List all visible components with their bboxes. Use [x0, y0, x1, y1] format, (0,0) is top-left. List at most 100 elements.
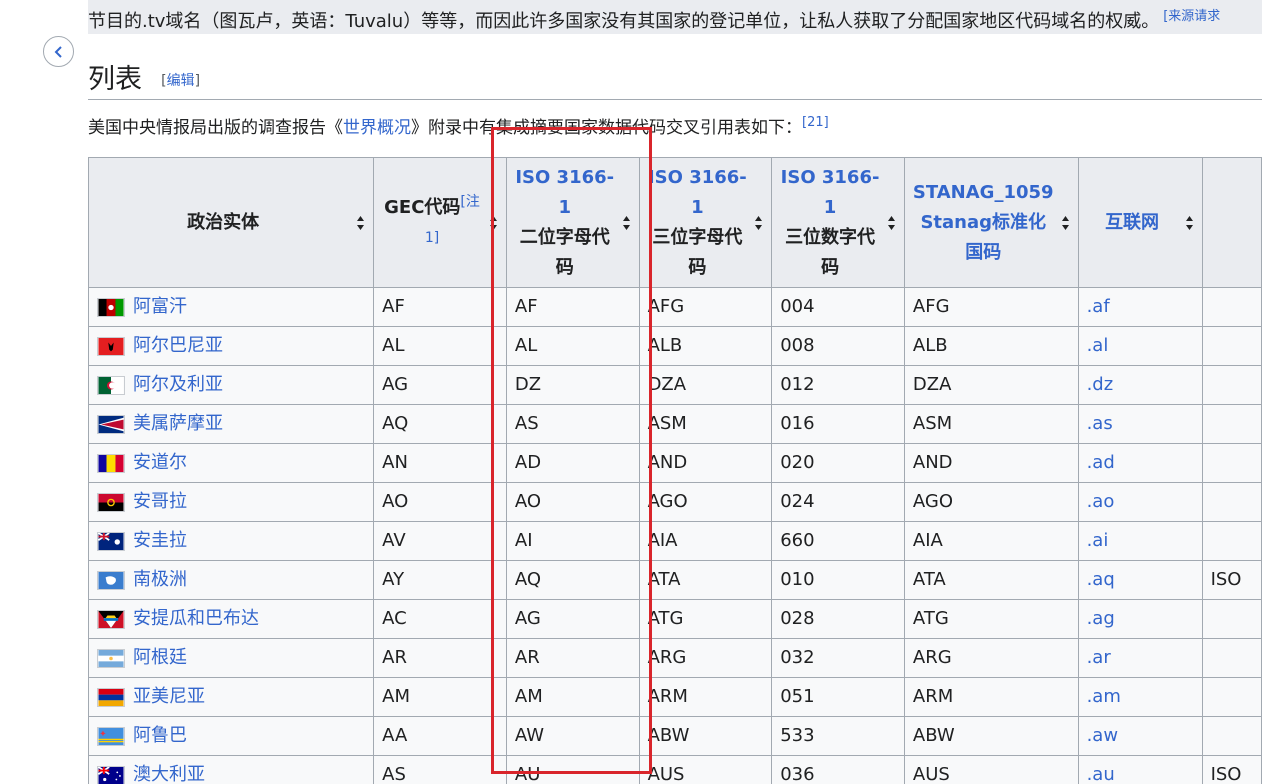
column-header-extra[interactable] [1201, 157, 1262, 288]
country-link[interactable]: 阿尔巴尼亚 [133, 328, 223, 365]
tld-link[interactable]: .as [1087, 413, 1113, 434]
cell-iso-numeric: 533 [771, 716, 905, 756]
cell-extra: ISO [1201, 755, 1262, 784]
flag-icon[interactable] [97, 609, 125, 629]
table-row: 阿鲁巴 AA AW ABW 533 ABW .aw [87, 716, 1262, 756]
flag-icon[interactable] [97, 336, 125, 356]
tld-link[interactable]: .au [1087, 764, 1115, 784]
cell-iso-alpha2: AG [505, 599, 640, 639]
country-link[interactable]: 亚美尼亚 [133, 679, 205, 716]
iso-3166-1-link[interactable]: ISO 3166-1 [648, 167, 747, 218]
tld-link[interactable]: .ag [1087, 608, 1115, 629]
tld-link[interactable]: .ao [1087, 491, 1115, 512]
cell-gec: AV [373, 521, 507, 561]
cell-stanag: ASM [903, 404, 1079, 444]
cell-entity: 澳大利亚 [87, 755, 375, 784]
tld-link[interactable]: .af [1087, 296, 1110, 317]
cell-gec: AL [373, 326, 507, 366]
collapse-sidebar-button[interactable] [43, 36, 74, 67]
cell-internet: .ar [1077, 638, 1203, 678]
cell-gec: AG [373, 365, 507, 405]
tld-link[interactable]: .ar [1087, 647, 1111, 668]
cell-extra [1201, 521, 1262, 561]
iso-3166-1-link[interactable]: ISO 3166-1 [781, 167, 880, 218]
iso-3166-1-link[interactable]: ISO 3166-1 [515, 167, 614, 218]
country-link[interactable]: 南极洲 [133, 562, 187, 599]
table-row: 阿根廷 AR AR ARG 032 ARG .ar [87, 638, 1262, 678]
cell-iso-alpha2: AW [505, 716, 640, 756]
column-header-iso-numeric[interactable]: ISO 3166-1 三位数字代码 [771, 157, 905, 288]
cell-extra [1201, 638, 1262, 678]
country-link[interactable]: 安提瓜和巴布达 [133, 601, 259, 638]
sort-icon[interactable] [622, 215, 631, 231]
flag-icon[interactable] [97, 687, 125, 707]
country-link[interactable]: 澳大利亚 [133, 757, 205, 784]
header-label: 政治实体 [187, 211, 260, 233]
cell-iso-numeric: 032 [771, 638, 905, 678]
column-header-iso-alpha2[interactable]: ISO 3166-1 二位字母代码 [505, 157, 640, 288]
flag-icon[interactable] [97, 531, 125, 551]
cell-internet: .ag [1077, 599, 1203, 639]
country-link[interactable]: 安道尔 [133, 445, 187, 482]
intro-text-before: 美国中央情报局出版的调查报告《 [88, 118, 343, 138]
sort-icon[interactable] [1061, 215, 1070, 231]
world-factbook-link[interactable]: 世界概况 [343, 118, 411, 138]
tld-link[interactable]: .ad [1087, 452, 1115, 473]
tld-link[interactable]: .ai [1087, 530, 1109, 551]
country-link[interactable]: 安哥拉 [133, 484, 187, 521]
column-header-gec[interactable]: GEC代码[注 1] [373, 157, 507, 288]
tld-link[interactable]: .al [1087, 335, 1109, 356]
sort-icon[interactable] [1185, 215, 1194, 231]
flag-icon[interactable] [97, 492, 125, 512]
tld-link[interactable]: .aq [1087, 569, 1115, 590]
cell-iso-numeric: 020 [771, 443, 905, 483]
column-header-iso-alpha3[interactable]: ISO 3166-1 三位字母代码 [638, 157, 773, 288]
header-label: 二位字母代码 [519, 226, 610, 278]
cell-stanag: ARG [903, 638, 1079, 678]
table-row: 安圭拉 AV AI AIA 660 AIA .ai [87, 521, 1262, 561]
stanag-link[interactable]: STANAG_1059 Stanag标准化国码 [913, 182, 1054, 263]
sort-icon[interactable] [887, 215, 896, 231]
column-header-internet[interactable]: 互联网 [1077, 157, 1203, 288]
cell-entity: 南极洲 [87, 560, 375, 600]
cell-iso-alpha3: ASM [638, 404, 773, 444]
tld-link[interactable]: .dz [1087, 374, 1114, 395]
edit-link[interactable]: 编辑 [167, 73, 195, 89]
flag-icon[interactable] [97, 297, 125, 317]
flag-icon[interactable] [97, 375, 125, 395]
country-link[interactable]: 美属萨摩亚 [133, 406, 223, 443]
internet-link[interactable]: 互联网 [1105, 212, 1159, 233]
country-link[interactable]: 阿根廷 [133, 640, 187, 677]
column-header-entity[interactable]: 政治实体 [87, 157, 375, 288]
country-link[interactable]: 阿尔及利亚 [133, 367, 223, 404]
citation-needed-link[interactable]: [来源请求 [1163, 9, 1220, 24]
sort-icon[interactable] [489, 215, 498, 231]
cell-iso-alpha3: AUS [638, 755, 773, 784]
sort-icon[interactable] [356, 215, 365, 231]
table-row: 安哥拉 AO AO AGO 024 AGO .ao [87, 482, 1262, 522]
flag-icon[interactable] [97, 726, 125, 746]
column-header-stanag[interactable]: STANAG_1059 Stanag标准化国码 [903, 157, 1079, 288]
cell-entity: 阿富汗 [87, 287, 375, 327]
cell-iso-alpha3: DZA [638, 365, 773, 405]
flag-icon[interactable] [97, 648, 125, 668]
table-row: 安道尔 AN AD AND 020 AND .ad [87, 443, 1262, 483]
edit-bracket-close: ] [194, 73, 201, 89]
flag-icon[interactable] [97, 414, 125, 434]
country-codes-table: 政治实体 GEC代码[注 1] ISO 3166-1 二位字母代码 ISO 31… [87, 157, 1262, 784]
flag-icon[interactable] [97, 570, 125, 590]
sort-icon[interactable] [754, 215, 763, 231]
cell-entity: 安圭拉 [87, 521, 375, 561]
tld-link[interactable]: .aw [1087, 725, 1118, 746]
cell-iso-alpha2: AU [505, 755, 640, 784]
flag-icon[interactable] [97, 453, 125, 473]
tld-link[interactable]: .am [1087, 686, 1121, 707]
cell-iso-alpha2: AD [505, 443, 640, 483]
section-edit: [编辑] [161, 73, 200, 89]
reference-21-link[interactable]: [21] [802, 115, 829, 130]
flag-icon[interactable] [97, 765, 125, 784]
country-link[interactable]: 安圭拉 [133, 523, 187, 560]
cell-gec: AA [373, 716, 507, 756]
country-link[interactable]: 阿鲁巴 [133, 718, 187, 755]
country-link[interactable]: 阿富汗 [133, 289, 187, 326]
